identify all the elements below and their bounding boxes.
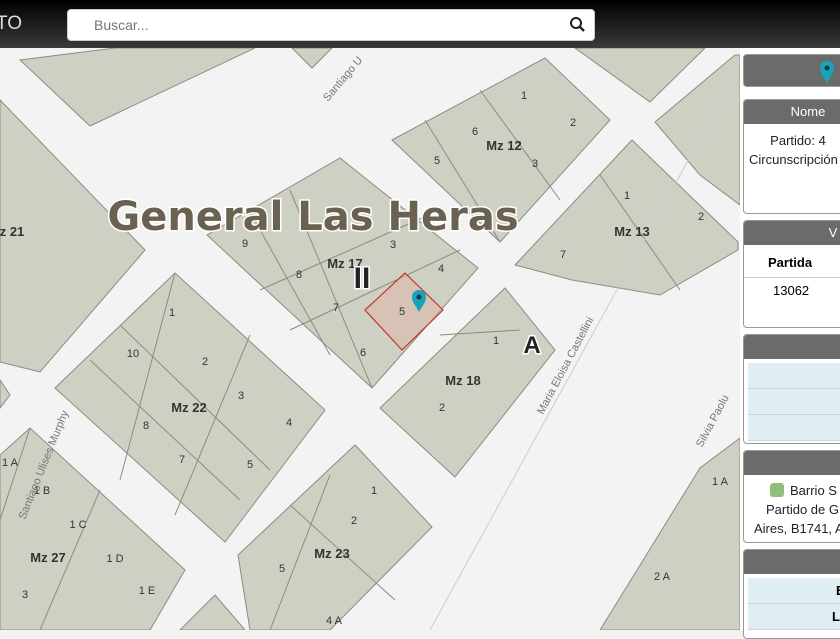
svg-text:7: 7 (560, 249, 566, 261)
svg-text:Silvia Paolu: Silvia Paolu (694, 393, 732, 449)
svg-text:6: 6 (472, 126, 478, 138)
svg-text:3: 3 (390, 239, 396, 251)
svg-text:2: 2 (351, 515, 357, 527)
empty-table-card (743, 334, 840, 444)
svg-text:4: 4 (438, 263, 444, 275)
svg-text:3: 3 (532, 158, 538, 170)
svg-text:1 E: 1 E (139, 585, 156, 597)
partida-header: Partida (744, 245, 840, 278)
svg-text:5: 5 (434, 155, 440, 167)
valuacion-title: V (744, 221, 840, 245)
svg-text:Mz 27: Mz 27 (30, 550, 65, 565)
svg-text:Mz 13: Mz 13 (614, 224, 649, 239)
block[interactable] (18, 48, 256, 127)
block[interactable] (574, 48, 706, 103)
svg-text:3: 3 (22, 589, 28, 601)
valuacion-card: V Partida 13062 (743, 220, 840, 328)
svg-text:1 A: 1 A (2, 457, 19, 469)
svg-text:1 A: 1 A (712, 476, 729, 488)
search-icon[interactable] (568, 15, 588, 35)
svg-text:1 D: 1 D (106, 553, 123, 565)
info-panel: Nome Partido: 4 Circunscripción V Partid… (740, 48, 840, 639)
svg-text:1: 1 (493, 335, 499, 347)
locality-label: General Las Heras (107, 194, 518, 240)
partida-value: 13062 (773, 283, 810, 298)
block[interactable] (0, 379, 11, 409)
address-line-3: Aires, B1741, A (754, 521, 840, 536)
svg-text:6: 6 (360, 347, 366, 359)
svg-text:Mz 18: Mz 18 (445, 373, 480, 388)
location-pin-icon[interactable] (819, 59, 835, 83)
svg-text:2: 2 (570, 117, 576, 129)
svg-text:2 A: 2 A (654, 571, 671, 583)
block[interactable] (179, 594, 246, 630)
svg-text:1: 1 (521, 90, 527, 102)
svg-text:8: 8 (143, 420, 149, 432)
svg-text:Mz 12: Mz 12 (486, 138, 521, 153)
svg-text:5: 5 (247, 459, 253, 471)
cadastral-map[interactable]: 987634 5 12365127 1 10 2 3 4 8 7 5 121254 A 1 A… (0, 48, 740, 630)
nomenclatura-title: Nome (744, 100, 840, 124)
map-search-icon[interactable] (770, 483, 784, 497)
svg-text:2: 2 (439, 402, 445, 414)
svg-text:Mz 23: Mz 23 (314, 546, 349, 561)
block[interactable] (291, 48, 333, 69)
top-bar: TO (0, 0, 840, 48)
svg-text:5: 5 (399, 306, 405, 318)
svg-text:10: 10 (127, 348, 139, 360)
svg-text:2: 2 (202, 356, 208, 368)
address-line-2: Partido de G (766, 502, 839, 517)
search-box[interactable] (67, 9, 595, 41)
svg-text:5: 5 (279, 563, 285, 575)
nomenclatura-card: Nome Partido: 4 Circunscripción (743, 99, 840, 214)
address-card: Barrio S Partido de G Aires, B1741, A (743, 450, 840, 543)
svg-text:7: 7 (333, 302, 339, 314)
svg-text:Santiago U: Santiago U (321, 54, 365, 103)
svg-text:1 C: 1 C (69, 519, 86, 531)
sector-label: II (354, 262, 371, 295)
svg-text:1: 1 (169, 307, 175, 319)
sector-letter: A (523, 332, 540, 359)
svg-text:2: 2 (698, 211, 704, 223)
brand-logo: TO (0, 13, 23, 34)
details-card: E La (743, 549, 840, 639)
search-input[interactable] (94, 17, 544, 33)
svg-text:Maria Eloisa Castellini: Maria Eloisa Castellini (535, 315, 596, 416)
block[interactable] (599, 437, 740, 630)
locate-card[interactable] (743, 54, 840, 87)
svg-text:Mz 22: Mz 22 (171, 400, 206, 415)
svg-text:7: 7 (179, 454, 185, 466)
svg-text:4 A: 4 A (326, 615, 343, 627)
svg-text:8: 8 (296, 269, 302, 281)
circunscripcion-text: Circunscripción (749, 152, 838, 167)
address-line-1: Barrio S (744, 481, 840, 500)
svg-text:z 21: z 21 (0, 224, 24, 239)
svg-text:1: 1 (371, 485, 377, 497)
detail-row: La (748, 604, 840, 630)
svg-text:1: 1 (624, 190, 630, 202)
svg-text:3: 3 (238, 390, 244, 402)
svg-text:4: 4 (286, 417, 292, 429)
partido-text: Partido: 4 (770, 133, 826, 148)
detail-row: E (748, 578, 840, 604)
